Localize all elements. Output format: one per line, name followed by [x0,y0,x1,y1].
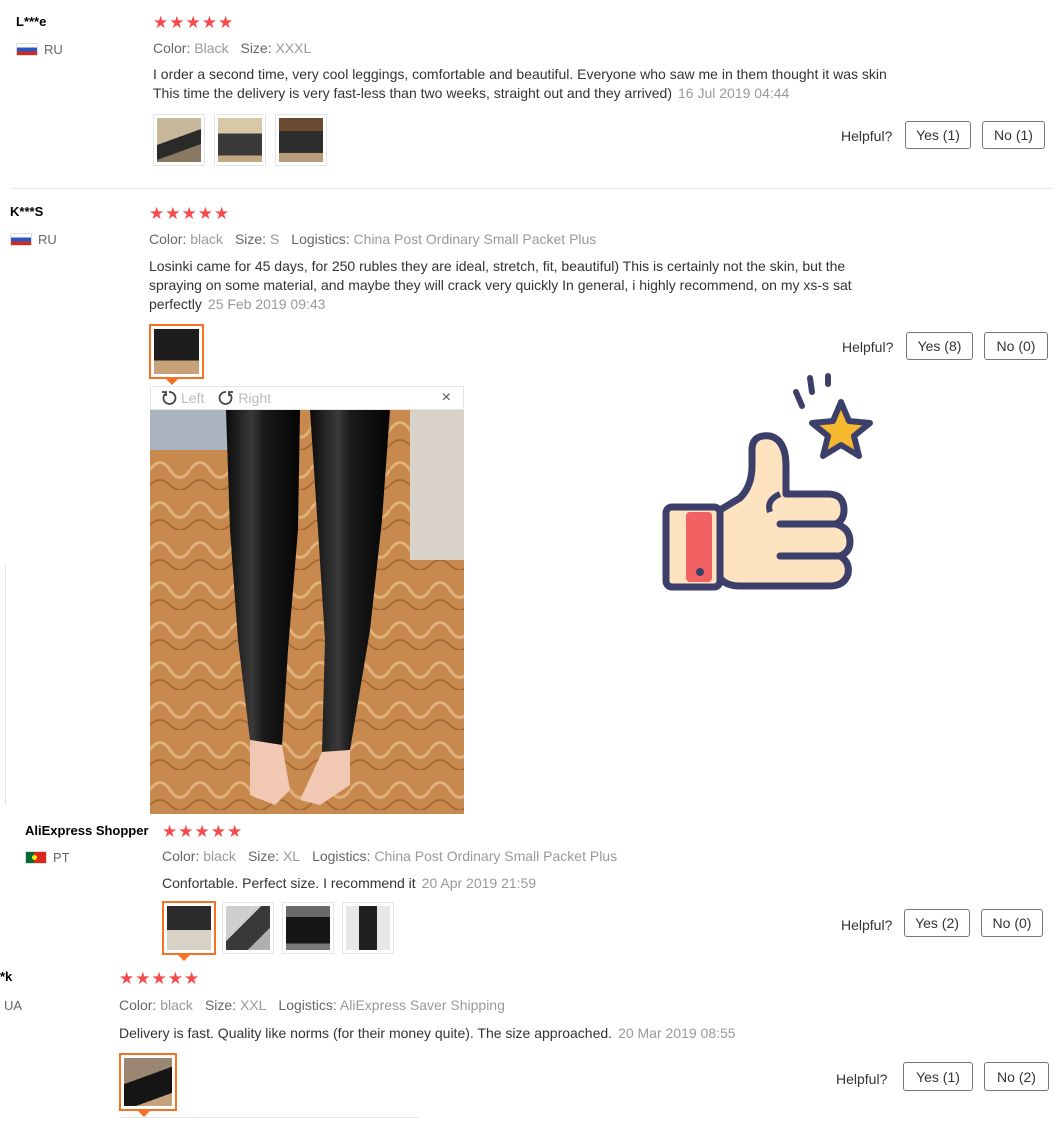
helpful-label: Helpful? [842,339,894,355]
color-attribute: Color: Black [153,40,229,56]
review-photo-thumb[interactable] [282,902,334,954]
color-attribute: Color: black [119,997,193,1013]
size-attribute: Size: XXXL [240,40,312,56]
star-rating: ★★★★★ [149,204,231,223]
reviewer-name[interactable]: AliExpress Shopper [25,823,149,838]
helpful-no-button[interactable]: No (1) [982,121,1045,149]
helpful-yes-button[interactable]: Yes (2) [904,909,970,937]
russia-flag-icon [16,43,38,56]
review-date: 25 Feb 2019 09:43 [207,296,326,312]
russia-flag-icon [10,233,32,246]
thumb-pointer-icon [166,379,178,385]
review-text: Confortable. Perfect size. I recommend i… [162,875,537,891]
review-photo-thumb[interactable] [214,114,266,166]
helpful-no-button[interactable]: No (0) [981,909,1043,937]
review-photo-thumb[interactable] [275,114,327,166]
rotate-left-icon [162,391,177,405]
helpful-yes-button[interactable]: Yes (8) [906,332,973,360]
logistics-attribute: Logistics: China Post Ordinary Small Pac… [291,231,597,247]
review-photo-thumb[interactable] [153,114,205,166]
reviewer-country: RU [10,232,57,247]
reviewer-country: UA [4,998,22,1013]
country-code: UA [4,998,23,1013]
color-attribute: Color: black [162,848,236,864]
reviewer-country: RU [16,42,63,57]
thumb-pointer-icon [178,955,190,961]
product-attributes: Color: black Size: S Logistics: China Po… [149,231,596,247]
helpful-label: Helpful? [841,917,893,933]
star-rating: ★★★★★ [119,969,201,988]
image-viewer-toolbar: Left Right × [150,386,464,410]
enlarged-review-photo [150,410,464,814]
rotate-left-button[interactable]: Left [161,390,204,406]
portugal-flag-icon [25,851,47,864]
reviewer-name[interactable]: K***S [10,204,43,219]
thumbs-up-icon [662,373,873,591]
helpful-yes-button[interactable]: Yes (1) [903,1062,973,1091]
reviewer-country: PT [25,850,70,865]
review-photo-thumb[interactable] [222,902,274,954]
review-text: I order a second time, very cool legging… [153,66,887,101]
review-text: Delivery is fast. Quality like norms (fo… [119,1025,736,1041]
product-attributes: Color: black Size: XXL Logistics: AliExp… [119,997,505,1013]
star-icon [809,399,873,459]
country-code: PT [53,850,70,865]
thumbs-up-illustration [660,370,886,598]
review-photo-thumb[interactable] [342,902,394,954]
product-attributes: Color: Black Size: XXXL [153,40,311,56]
size-attribute: Size: XXL [204,997,267,1013]
helpful-label: Helpful? [836,1071,888,1087]
star-rating: ★★★★★ [162,822,244,841]
helpful-label: Helpful? [841,128,893,144]
helpful-yes-button[interactable]: Yes (1) [905,121,971,149]
reviewer-name[interactable]: L***e [16,14,46,29]
country-code: RU [38,232,57,247]
color-attribute: Color: black [149,231,223,247]
rotate-right-icon [218,391,234,405]
reviewer-name[interactable]: *k [0,969,12,984]
size-attribute: Size: XL [247,848,301,864]
rotate-right-button[interactable]: Right [216,390,271,406]
logistics-attribute: Logistics: China Post Ordinary Small Pac… [312,848,618,864]
review-photo-thumb-selected[interactable] [149,324,204,379]
review-date: 20 Mar 2019 08:55 [618,1025,736,1041]
review-photo-thumb-selected[interactable] [162,901,216,955]
size-attribute: Size: S [234,231,280,247]
helpful-no-button[interactable]: No (0) [984,332,1048,360]
panel-edge [5,565,6,805]
country-code: RU [44,42,63,57]
viewer-divider [119,1117,419,1118]
review-date: 20 Apr 2019 21:59 [421,875,537,891]
review-photo-thumb-selected[interactable] [119,1053,177,1111]
review-date: 16 Jul 2019 04:44 [678,85,790,101]
helpful-no-button[interactable]: No (2) [984,1062,1049,1091]
review-text: Losinki came for 45 days, for 250 rubles… [149,258,852,312]
star-rating: ★★★★★ [153,13,235,32]
close-icon[interactable]: × [442,389,451,407]
logistics-attribute: Logistics: AliExpress Saver Shipping [278,997,505,1013]
product-attributes: Color: black Size: XL Logistics: China P… [162,848,617,864]
review-divider [12,188,1052,189]
